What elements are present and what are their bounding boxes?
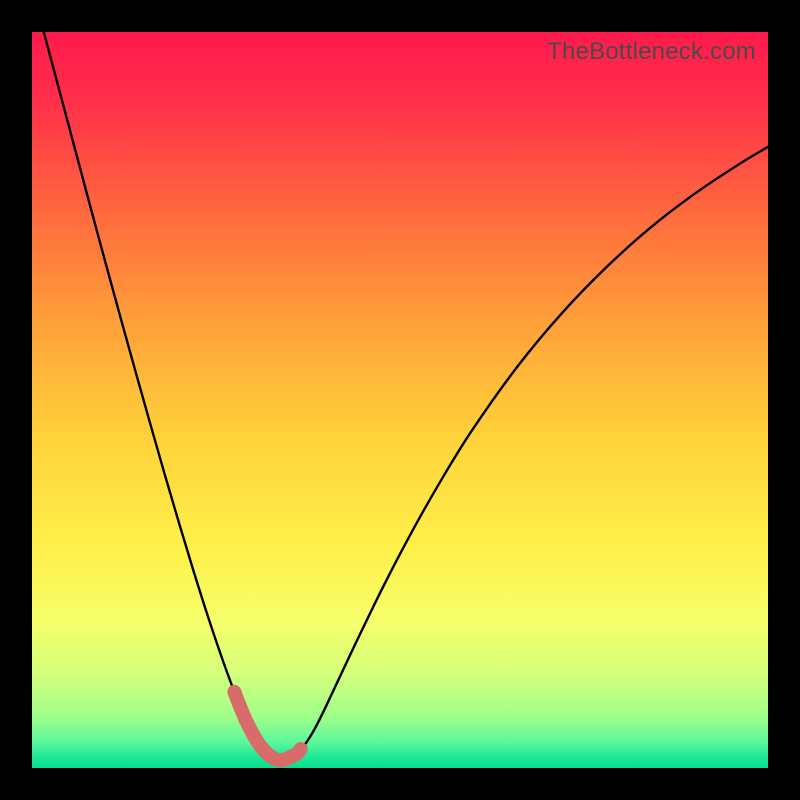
chart-frame: TheBottleneck.com xyxy=(0,0,800,800)
highlight-segment xyxy=(234,692,300,761)
curve-layer xyxy=(32,32,768,768)
bottleneck-curve xyxy=(32,32,768,761)
plot-area: TheBottleneck.com xyxy=(32,32,768,768)
